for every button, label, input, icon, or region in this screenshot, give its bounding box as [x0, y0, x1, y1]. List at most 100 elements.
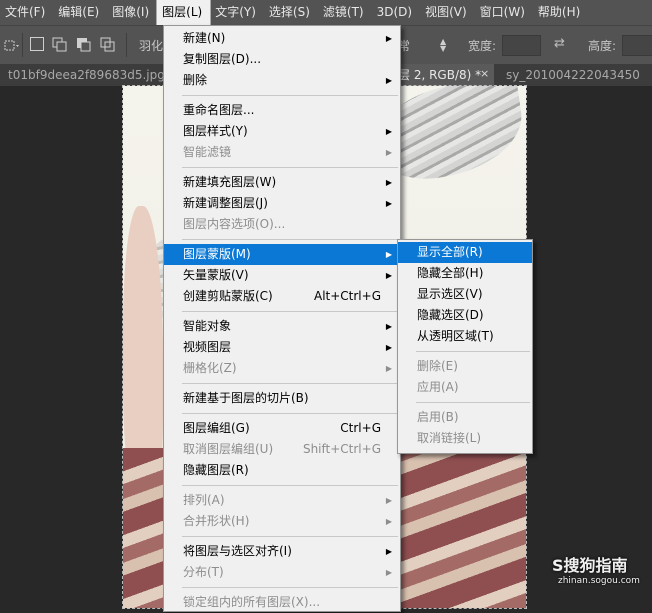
submenu-arrow-icon: ▶	[385, 127, 392, 136]
menu-item-label: 图层蒙版(M)	[183, 247, 251, 261]
menu-item-label: 新建基于图层的切片(B)	[183, 391, 309, 405]
menu-item-label: 视频图层	[183, 340, 232, 354]
watermark-logo: S搜狗指南	[552, 556, 628, 575]
menu-item-label: 应用(A)	[417, 380, 459, 394]
width-input[interactable]	[502, 35, 541, 56]
menu-item[interactable]: 将图层与选区对齐(I) ▶	[164, 541, 400, 562]
menu-item[interactable]: 取消链接(L)	[398, 428, 532, 449]
menu-item[interactable]: 隐藏选区(D)	[398, 305, 532, 326]
watermark-url: zhinan.sogou.com	[558, 576, 640, 586]
menu-item[interactable]: 删除 ▶	[164, 70, 400, 91]
menu-item[interactable]: 图层内容选项(O)...	[164, 214, 400, 235]
menu-item[interactable]: 视频图层 ▶	[164, 337, 400, 358]
menu-item[interactable]: 显示选区(V)	[398, 284, 532, 305]
menu-item[interactable]: 分布(T) ▶	[164, 562, 400, 583]
menu-item[interactable]: 启用(B)	[398, 407, 532, 428]
submenu-arrow-icon: ▶	[385, 250, 392, 259]
menu-item[interactable]: 图层蒙版(M) ▶	[164, 244, 400, 265]
menu-item-shortcut: Ctrl+G	[340, 421, 381, 435]
menu-item-shortcut: Alt+Ctrl+G	[313, 289, 381, 303]
menu-item[interactable]: 新建基于图层的切片(B)	[164, 388, 400, 409]
menu-item-label: 图层样式(Y)	[183, 124, 248, 138]
menu-item[interactable]: 应用(A)	[398, 377, 532, 398]
menu-item-label: 图层编组(G)	[183, 421, 250, 435]
submenu-arrow-icon: ▶	[385, 178, 392, 187]
menu-item-label: 取消链接(L)	[417, 431, 482, 445]
menu-item[interactable]: 重命名图层...	[164, 100, 400, 121]
layer-menu: 新建(N) ▶ 复制图层(D)... 删除 ▶ 重命名图层... 图层样式(Y) ▶ 智能滤镜 ▶…	[163, 25, 401, 612]
submenu-arrow-icon: ▶	[385, 76, 392, 85]
menu-item-label: 隐藏图层(R)	[183, 463, 249, 477]
menu-4[interactable]: 文字(Y)	[210, 0, 264, 25]
menu-1[interactable]: 编辑(E)	[53, 0, 107, 25]
submenu-arrow-icon: ▶	[385, 34, 392, 43]
menu-item-shortcut: Shift+Ctrl+G	[302, 442, 381, 456]
menu-item[interactable]: 从透明区域(T)	[398, 326, 532, 347]
submenu-arrow-icon: ▶	[385, 568, 392, 577]
menu-item[interactable]: 图层编组(G) Ctrl+G	[164, 418, 400, 439]
menu-5[interactable]: 选择(S)	[264, 0, 318, 25]
menu-item-label: 复制图层(D)...	[183, 52, 262, 66]
tab-close-icon[interactable]: ×	[480, 67, 489, 80]
menu-item[interactable]: 隐藏全部(H)	[398, 263, 532, 284]
intersect-selection-icon[interactable]	[100, 37, 115, 52]
menu-item[interactable]: 取消图层编组(U) Shift+Ctrl+G	[164, 439, 400, 460]
menu-item-label: 分布(T)	[183, 565, 224, 579]
tab-label: t01bf9deea2f89683d5.jpg	[8, 68, 164, 82]
menu-0[interactable]: 文件(F)	[0, 0, 53, 25]
menu-item-label: 隐藏全部(H)	[417, 266, 484, 280]
menu-item-label: 矢量蒙版(V)	[183, 268, 249, 282]
menu-item-label: 启用(B)	[417, 410, 459, 424]
menu-item[interactable]: 矢量蒙版(V) ▶	[164, 265, 400, 286]
menu-6[interactable]: 滤镜(T)	[318, 0, 372, 25]
menu-separator	[416, 351, 530, 352]
menu-2[interactable]: 图像(I)	[107, 0, 157, 25]
menu-item-label: 栅格化(Z)	[183, 361, 237, 375]
tab-document-1[interactable]: t01bf9deea2f89683d5.jpg	[0, 64, 164, 86]
menu-item[interactable]: 图层样式(Y) ▶	[164, 121, 400, 142]
menu-9[interactable]: 窗口(W)	[475, 0, 533, 25]
menu-separator	[182, 587, 398, 588]
subtract-from-selection-icon[interactable]	[76, 37, 91, 52]
menu-item-label: 创建剪贴蒙版(C)	[183, 289, 273, 303]
menu-item[interactable]: 排列(A) ▶	[164, 490, 400, 511]
swap-arrows-icon[interactable]: ⇄	[554, 36, 565, 51]
menu-item[interactable]: 锁定组内的所有图层(X)...	[164, 592, 400, 613]
layer-mask-submenu: 显示全部(R) 隐藏全部(H) 显示选区(V) 隐藏选区(D) 从透明区域(T) 删除(E…	[397, 239, 533, 454]
menu-item[interactable]: 新建(N) ▶	[164, 28, 400, 49]
menu-item[interactable]: 栅格化(Z) ▶	[164, 358, 400, 379]
menu-item[interactable]: 新建填充图层(W) ▶	[164, 172, 400, 193]
tab-document-3[interactable]: sy_201004222043450	[498, 64, 652, 86]
height-input[interactable]	[622, 35, 652, 56]
menu-item[interactable]: 新建调整图层(J) ▶	[164, 193, 400, 214]
submenu-arrow-icon: ▶	[385, 271, 392, 280]
menu-item[interactable]: 智能对象 ▶	[164, 316, 400, 337]
menu-item-label: 显示全部(R)	[417, 245, 483, 259]
menu-item[interactable]: 智能滤镜 ▶	[164, 142, 400, 163]
submenu-arrow-icon: ▶	[385, 517, 392, 526]
menu-item-label: 新建填充图层(W)	[183, 175, 277, 189]
style-dropdown-icon[interactable]: ▲ ▼	[440, 38, 446, 53]
menu-item-label: 合并形状(H)	[183, 514, 250, 528]
menu-item[interactable]: 隐藏图层(R)	[164, 460, 400, 481]
menu-item[interactable]: 显示全部(R)	[398, 242, 532, 263]
add-to-selection-icon[interactable]	[52, 37, 67, 52]
menu-separator	[182, 311, 398, 312]
menu-separator	[182, 536, 398, 537]
tool-preset-icon[interactable]	[4, 38, 20, 52]
menu-item[interactable]: 合并形状(H) ▶	[164, 511, 400, 532]
menu-item-label: 智能对象	[183, 319, 232, 333]
menu-3[interactable]: 图层(L)	[156, 0, 212, 26]
menu-8[interactable]: 视图(V)	[420, 0, 475, 25]
menu-7[interactable]: 3D(D)	[372, 0, 420, 25]
menu-10[interactable]: 帮助(H)	[533, 0, 588, 25]
menu-item[interactable]: 删除(E)	[398, 356, 532, 377]
menu-item-label: 锁定组内的所有图层(X)...	[183, 595, 321, 609]
menu-item-label: 显示选区(V)	[417, 287, 483, 301]
tab-document-2[interactable]: 层 2, RGB/8) *	[392, 64, 494, 86]
menu-item[interactable]: 创建剪贴蒙版(C) Alt+Ctrl+G	[164, 286, 400, 307]
submenu-arrow-icon: ▶	[385, 364, 392, 373]
menu-item[interactable]: 复制图层(D)...	[164, 49, 400, 70]
submenu-arrow-icon: ▶	[385, 322, 392, 331]
new-selection-icon[interactable]	[30, 37, 44, 51]
